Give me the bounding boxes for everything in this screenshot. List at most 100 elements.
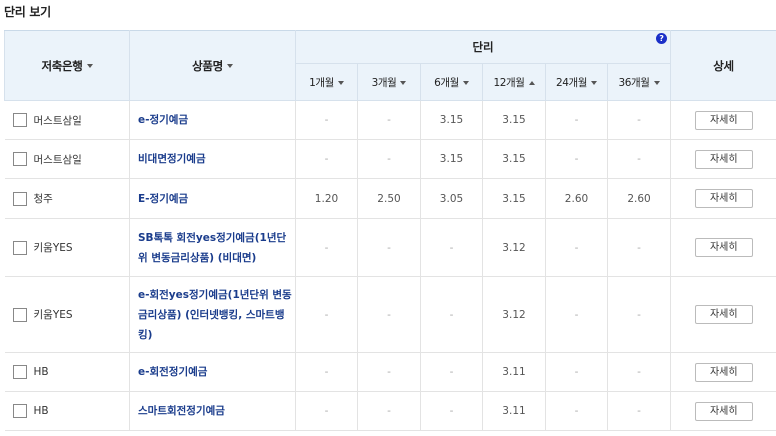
- rate-cell: 2.60: [545, 178, 608, 219]
- sort-caret-up-icon: [528, 80, 535, 85]
- detail-button[interactable]: 자세히: [694, 305, 753, 324]
- table-row: 머스트삼일 비대면정기예금 - -3.15 3.15- - 자세히: [4, 139, 776, 179]
- detail-button[interactable]: 자세히: [694, 238, 753, 257]
- section-title: 단리 보기: [4, 5, 51, 19]
- row-checkbox[interactable]: [12, 152, 27, 166]
- term-column-header[interactable]: 12개월: [482, 63, 546, 101]
- row-checkbox[interactable]: [12, 404, 27, 418]
- rate-table: 저축은행 상품명 단리 ? 상세 1개월 3개월 6개월 12개월 24개월 36개월 머…: [4, 30, 776, 431]
- rate-group-header: 단리 ?: [294, 30, 672, 64]
- rate-cell: -: [357, 139, 421, 179]
- detail-cell: 자세히: [670, 139, 776, 179]
- rate-cell: 3.12: [482, 276, 546, 353]
- term-column-header[interactable]: 24개월: [545, 63, 608, 101]
- rate-cell: 3.15: [482, 100, 546, 140]
- rate-cell: -: [607, 391, 672, 431]
- bank-cell: HB: [4, 352, 130, 392]
- bank-cell: 머스트삼일: [4, 100, 130, 140]
- bank-name: HB: [33, 366, 49, 378]
- rate-cell: -: [357, 391, 421, 431]
- detail-button[interactable]: 자세히: [694, 362, 753, 382]
- product-link[interactable]: SB톡톡 회전yes정기예금(1년단위 변동금리상품) (비대면): [129, 218, 296, 277]
- rate-cell: 2.50: [357, 178, 421, 219]
- table-row: 청주 E-정기예금 1.20 2.50 3.05 3.15 2.60 2.60 자세히: [4, 178, 776, 219]
- product-link[interactable]: e-회전정기예금: [129, 352, 296, 392]
- table-row: 키움YES SB톡톡 회전yes정기예금(1년단위 변동금리상품) (비대면) - -…: [4, 218, 776, 277]
- table-row: 머스트삼일 e-정기예금 - -3.15 3.15- - 자세히: [4, 100, 776, 140]
- table-row: HB 스마트회전정기예금 - - -3.11- - 자세히: [4, 391, 776, 431]
- term-column-header[interactable]: 3개월: [357, 63, 421, 101]
- rate-cell: -: [545, 276, 608, 353]
- bank-column-header[interactable]: 저축은행: [4, 30, 130, 101]
- rate-cell: 3.11: [482, 352, 546, 392]
- rate-cell: -: [607, 352, 672, 392]
- rate-cell: -: [295, 352, 358, 392]
- rate-cell: -: [545, 139, 608, 179]
- rate-cell: -: [545, 352, 608, 392]
- bank-cell: 청주: [4, 178, 130, 219]
- rate-cell: 3.15: [482, 178, 546, 219]
- bank-cell: 머스트삼일: [4, 139, 130, 179]
- detail-button[interactable]: 자세히: [694, 401, 753, 421]
- rate-cell: 1.20: [295, 178, 358, 219]
- product-link[interactable]: 비대면정기예금: [129, 139, 296, 179]
- row-checkbox[interactable]: [12, 113, 27, 127]
- detail-button[interactable]: 자세히: [694, 189, 753, 208]
- table-row: 키움YES e-회전yes정기예금(1년단위 변동금리상품) (인터넷뱅킹, 스마…: [4, 276, 776, 353]
- bank-cell: 키움YES: [4, 276, 130, 353]
- bank-name: 키움YES: [33, 242, 73, 254]
- bank-name: 청주: [33, 193, 53, 205]
- rate-cell: -: [545, 100, 608, 140]
- sort-caret-icon: [86, 64, 93, 68]
- rate-cell: 3.12: [482, 218, 546, 277]
- rate-cell: -: [607, 139, 672, 179]
- rate-cell: -: [295, 391, 358, 431]
- rate-cell: -: [420, 391, 483, 431]
- detail-cell: 자세히: [670, 178, 776, 219]
- row-checkbox[interactable]: [12, 191, 27, 206]
- rate-cell: 3.11: [482, 391, 546, 431]
- bank-name: HB: [33, 405, 49, 417]
- row-checkbox[interactable]: [12, 240, 27, 255]
- bank-name: 머스트삼일: [33, 153, 82, 166]
- rate-cell: -: [420, 276, 483, 353]
- term-column-header[interactable]: 1개월: [295, 63, 358, 101]
- rate-cell: 3.05: [420, 178, 483, 219]
- rate-cell: -: [607, 100, 672, 140]
- row-checkbox[interactable]: [12, 307, 27, 322]
- detail-column-header: 상세: [670, 30, 776, 101]
- sort-caret-icon: [337, 80, 344, 85]
- sort-caret-icon: [462, 80, 469, 85]
- rate-cell: 3.15: [420, 100, 483, 140]
- table-row: HB e-회전정기예금 - - -3.11- - 자세히: [4, 352, 776, 392]
- rate-cell: -: [545, 391, 608, 431]
- rate-cell: -: [545, 218, 608, 277]
- detail-button[interactable]: 자세히: [694, 149, 753, 169]
- sort-caret-icon: [226, 64, 233, 68]
- detail-cell: 자세히: [670, 100, 776, 140]
- term-column-header[interactable]: 6개월: [420, 63, 483, 101]
- rate-cell: -: [357, 276, 421, 353]
- rate-cell: -: [295, 100, 358, 140]
- product-link[interactable]: 스마트회전정기예금: [129, 391, 296, 431]
- rate-cell: -: [357, 218, 421, 277]
- help-icon[interactable]: ?: [656, 33, 668, 44]
- product-link[interactable]: e-회전yes정기예금(1년단위 변동금리상품) (인터넷뱅킹, 스마트뱅킹): [129, 276, 296, 353]
- product-column-header[interactable]: 상품명: [129, 30, 296, 101]
- rate-cell: -: [295, 276, 358, 353]
- sort-caret-icon: [400, 80, 407, 85]
- sort-caret-icon: [653, 80, 660, 85]
- rate-cell: 2.60: [607, 178, 672, 219]
- term-column-header[interactable]: 36개월: [606, 63, 672, 101]
- product-link[interactable]: E-정기예금: [129, 178, 296, 219]
- rate-cell: -: [295, 218, 358, 277]
- detail-cell: 자세히: [670, 352, 776, 392]
- detail-button[interactable]: 자세히: [694, 110, 753, 130]
- rate-cell: -: [295, 139, 358, 179]
- row-checkbox[interactable]: [12, 365, 27, 379]
- product-link[interactable]: e-정기예금: [129, 100, 296, 140]
- rate-cell: 3.15: [482, 139, 546, 179]
- rate-cell: -: [420, 352, 483, 392]
- rate-cell: -: [357, 352, 421, 392]
- rate-cell: -: [607, 218, 672, 277]
